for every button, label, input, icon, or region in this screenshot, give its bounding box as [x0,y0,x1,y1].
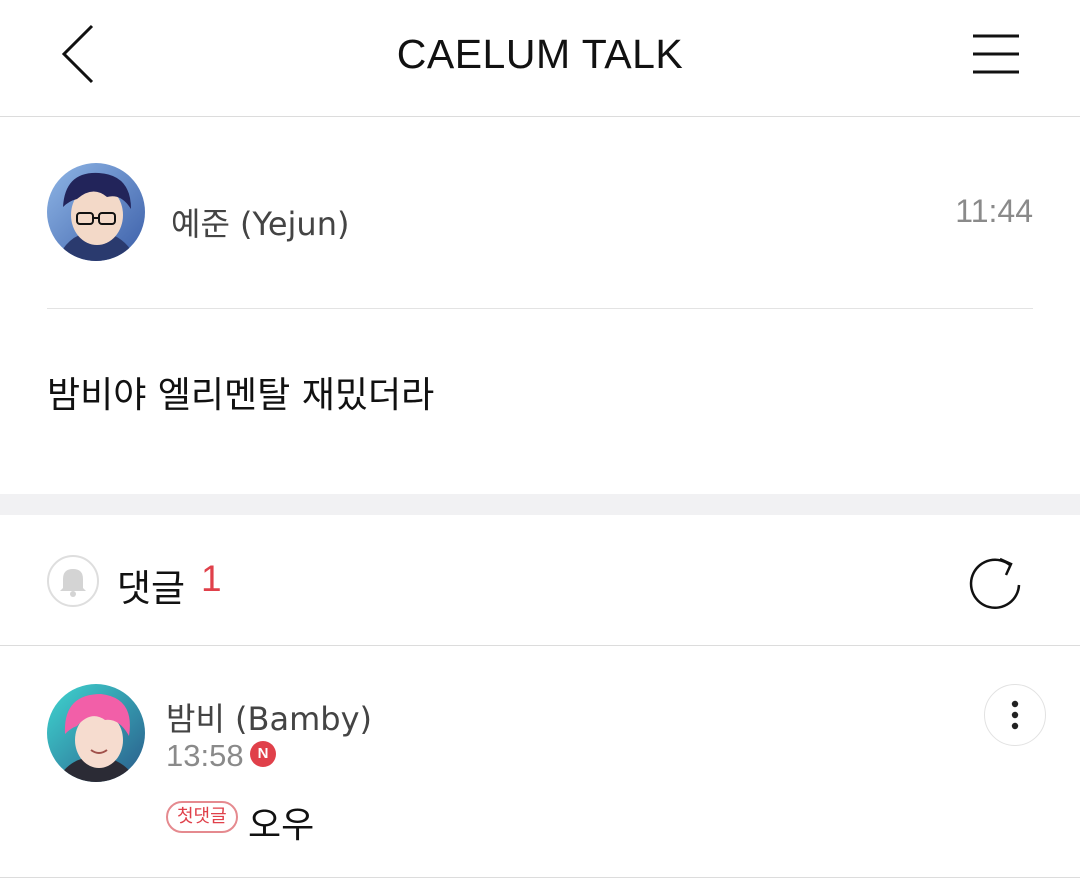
comments-header: 댓글 1 [0,515,1080,646]
bell-icon [60,569,86,597]
section-separator [0,494,1080,515]
divider [47,308,1033,309]
page-title: CAELUM TALK [396,31,684,77]
menu-button[interactable] [966,28,1026,80]
post-time: 11:44 [955,193,1033,229]
new-badge: N [250,741,276,767]
post-body: 밤비야 엘리멘탈 재밌더라 [47,375,435,416]
post-author: 예준 (Yejun) [171,205,350,243]
comment-item: 밤비 (Bamby) 13:58 N 첫댓글 오우 [0,646,1080,878]
comment-more-button[interactable] [984,684,1046,746]
notification-toggle[interactable] [47,555,99,607]
refresh-icon [969,557,1021,610]
top-app-bar: CAELUM TALK [0,0,1080,117]
post-header: 예준 (Yejun) 11:44 [47,163,1033,263]
comment-author: 밤비 (Bamby) [166,700,373,738]
avatar[interactable] [47,684,145,782]
first-comment-badge: 첫댓글 [166,801,238,833]
more-vertical-icon [1011,700,1019,730]
comment-time: 13:58 [166,738,244,773]
hamburger-menu-icon [973,34,1019,74]
avatar[interactable] [47,163,145,261]
refresh-button[interactable] [966,551,1026,611]
yejun-avatar-image [47,163,145,261]
comment-text: 오우 [248,805,315,846]
bamby-avatar-image [47,684,145,782]
comments-label: 댓글 [117,567,186,610]
comments-count: 1 [201,558,222,599]
